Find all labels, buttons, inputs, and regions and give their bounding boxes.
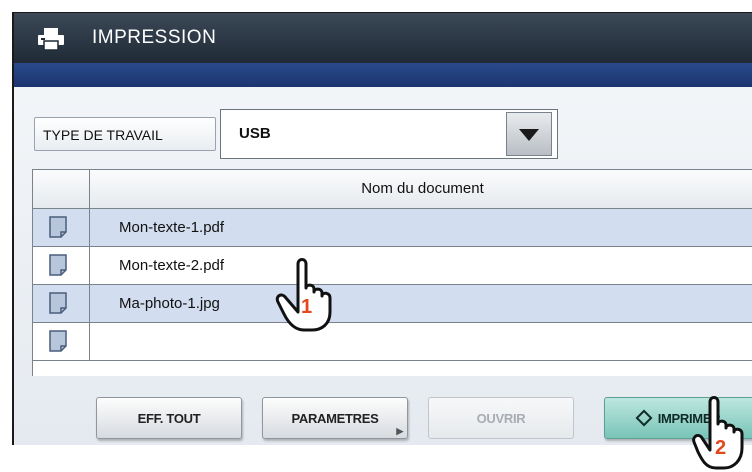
job-type-dropdown-button[interactable] [506, 112, 552, 156]
job-type-label: TYPE DE TRAVAIL [34, 117, 216, 151]
document-table: Nom du document Mon-texte-1.pdf Mon-text… [32, 169, 752, 376]
step-2-marker: 2 [715, 437, 727, 459]
page-title: IMPRESSION [92, 27, 217, 48]
document-name: Mon-texte-1.pdf [119, 219, 225, 236]
table-row[interactable]: Ma-photo-1.jpg [33, 285, 752, 323]
printer-icon [38, 28, 64, 51]
hand-pointer-icon [692, 396, 744, 470]
column-header-document-name: Nom du document [361, 180, 484, 197]
step-1-marker: 1 [301, 296, 313, 318]
chevron-down-icon [519, 129, 539, 141]
table-row[interactable] [33, 323, 752, 361]
start-icon [635, 409, 653, 427]
settings-label: PARAMETRES [291, 411, 379, 426]
job-type-select[interactable]: USB [220, 109, 558, 159]
more-options-icon: ▶ [396, 426, 403, 436]
table-row[interactable]: Mon-texte-2.pdf [33, 247, 752, 285]
document-icon [49, 292, 67, 314]
hand-pointer-icon [275, 258, 332, 332]
document-name: Ma-photo-1.jpg [119, 295, 220, 312]
print-panel: IMPRESSION TYPE DE TRAVAIL USB Nom du do… [12, 12, 752, 445]
document-name: Mon-texte-2.pdf [119, 257, 225, 274]
clear-all-button[interactable]: EFF. TOUT [96, 397, 242, 439]
header-icon-cell [33, 170, 90, 208]
row-icon-cell [33, 247, 90, 284]
open-label: OUVRIR [476, 411, 526, 426]
table-header: Nom du document [33, 170, 752, 209]
table-row[interactable]: Mon-texte-1.pdf [33, 209, 752, 247]
row-icon-cell [33, 285, 90, 322]
settings-button[interactable]: PARAMETRES ▶ [262, 397, 408, 439]
row-icon-cell [33, 323, 90, 360]
row-icon-cell [33, 209, 90, 246]
document-icon [49, 330, 67, 352]
document-icon [49, 216, 67, 238]
header-accent-bar [14, 63, 752, 87]
job-type-value: USB [239, 125, 271, 142]
main-content: TYPE DE TRAVAIL USB Nom du document Mon-… [14, 87, 752, 445]
open-button[interactable]: OUVRIR [428, 397, 574, 439]
clear-all-label: EFF. TOUT [137, 411, 201, 426]
document-icon [49, 254, 67, 276]
title-bar: IMPRESSION [14, 13, 752, 63]
